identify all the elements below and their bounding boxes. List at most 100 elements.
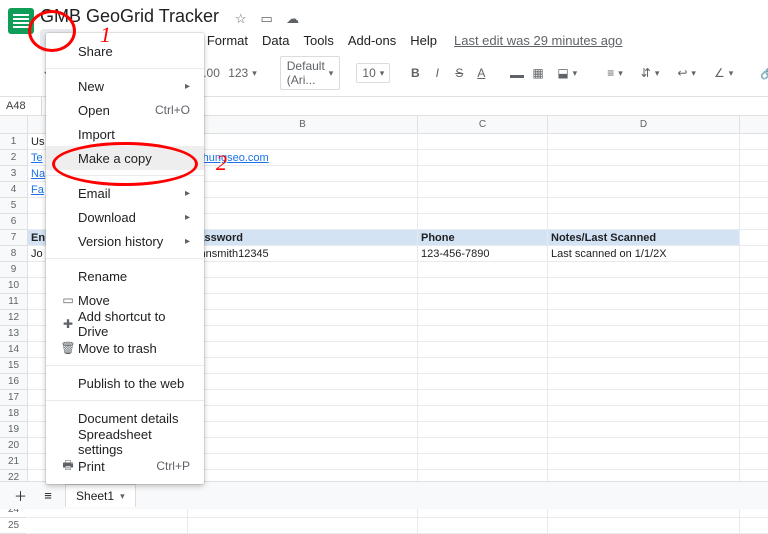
cell[interactable] [548,374,740,389]
cell[interactable]: Notes/Last Scanned [548,230,740,245]
cell[interactable] [188,438,418,453]
menu-item-spreadsheet-settings[interactable]: Spreadsheet settings [46,430,204,454]
menu-item-download[interactable]: Download▸ [46,205,204,229]
cell[interactable] [188,214,418,229]
menu-item-import[interactable]: Import [46,122,204,146]
row-header[interactable]: 6 [0,214,27,230]
cell[interactable] [548,214,740,229]
cell[interactable] [418,390,548,405]
fill-color-icon[interactable] [506,62,524,84]
column-header[interactable]: C [418,116,548,133]
cell[interactable] [188,390,418,405]
sheet-tab-menu-icon[interactable]: ▾ [120,491,125,502]
valign-dropdown[interactable]: ⇵▾ [634,63,667,83]
cell[interactable]: 123-456-7890 [418,246,548,261]
italic-button[interactable]: I [428,63,446,83]
cell[interactable] [418,294,548,309]
row-header[interactable]: 16 [0,374,27,390]
row-header[interactable]: 5 [0,198,27,214]
cell[interactable] [188,278,418,293]
row-header[interactable]: 14 [0,342,27,358]
cell[interactable] [548,182,740,197]
menu-item-share[interactable]: Share [46,39,204,63]
row-header[interactable]: 18 [0,406,27,422]
cell[interactable] [548,134,740,149]
cell[interactable] [548,310,740,325]
cell[interactable] [188,198,418,213]
menu-addons[interactable]: Add-ons [341,29,403,52]
cell[interactable] [418,150,548,165]
strike-button[interactable]: S [450,63,468,83]
cell[interactable] [418,182,548,197]
cell[interactable] [188,326,418,341]
row-header[interactable]: 9 [0,262,27,278]
menu-tools[interactable]: Tools [296,29,340,52]
cell[interactable]: johnsmith12345 [188,246,418,261]
cell[interactable] [548,358,740,373]
star-icon[interactable]: ☆ [233,11,249,27]
row-header[interactable]: 12 [0,310,27,326]
column-header[interactable]: D [548,116,740,133]
row-header[interactable]: 7 [0,230,27,246]
cell[interactable] [548,438,740,453]
cell[interactable] [28,518,188,533]
cell[interactable] [418,438,548,453]
halign-dropdown[interactable]: ≡▾ [600,63,630,83]
row-header[interactable]: 17 [0,390,27,406]
cell[interactable] [418,358,548,373]
bold-button[interactable]: B [406,63,424,83]
cell[interactable] [418,518,548,533]
cell[interactable] [548,294,740,309]
add-sheet-button[interactable]: ＋ [10,483,31,508]
row-header[interactable]: 15 [0,358,27,374]
menu-item-move-to-trash[interactable]: 🗑Move to trash [46,336,204,360]
menu-help[interactable]: Help [403,29,444,52]
cell[interactable] [188,134,418,149]
menu-item-email[interactable]: Email▸ [46,181,204,205]
cell[interactable] [548,150,740,165]
menu-data[interactable]: Data [255,29,296,52]
menu-item-print[interactable]: 🖶PrintCtrl+P [46,454,204,478]
cell[interactable] [548,262,740,277]
menu-item-new[interactable]: New▸ [46,74,204,98]
font-dropdown[interactable]: Default (Ari...▾ [280,56,341,90]
cell[interactable] [418,422,548,437]
rotate-dropdown[interactable]: ∠▾ [707,63,740,83]
cell[interactable] [418,166,548,181]
column-header[interactable]: B [188,116,418,133]
select-all-corner[interactable] [0,116,27,134]
cell[interactable] [548,454,740,469]
cell[interactable] [418,326,548,341]
cell[interactable] [188,358,418,373]
cell[interactable] [188,166,418,181]
cell[interactable] [548,390,740,405]
row-header[interactable]: 4 [0,182,27,198]
menu-item-open[interactable]: OpenCtrl+O [46,98,204,122]
cell[interactable] [188,182,418,197]
menu-item-make-a-copy[interactable]: Make a copy [46,146,204,170]
borders-icon[interactable]: ▦ [528,63,546,83]
menu-format[interactable]: Format [200,29,255,52]
cell[interactable] [188,342,418,357]
move-folder-icon[interactable]: ▭ [259,11,275,27]
row-header[interactable]: 2 [0,150,27,166]
merge-dropdown[interactable]: ⬓▾ [550,63,584,83]
cell[interactable] [188,454,418,469]
row-header[interactable]: 19 [0,422,27,438]
cell[interactable] [548,422,740,437]
cell[interactable] [188,262,418,277]
menu-item-rename[interactable]: Rename [46,264,204,288]
wrap-dropdown[interactable]: ↩▾ [670,63,703,83]
cell[interactable] [188,518,418,533]
menu-item-add-shortcut[interactable]: ✚Add shortcut to Drive [46,312,204,336]
cell[interactable] [418,374,548,389]
cell[interactable] [188,406,418,421]
cell[interactable] [548,326,740,341]
cell[interactable] [548,342,740,357]
cell[interactable]: richungseo.com [188,150,418,165]
cell[interactable] [418,262,548,277]
row-header[interactable]: 1 [0,134,27,150]
last-edit-link[interactable]: Last edit was 29 minutes ago [454,33,622,48]
cell[interactable]: Password [188,230,418,245]
cell[interactable] [418,342,548,357]
